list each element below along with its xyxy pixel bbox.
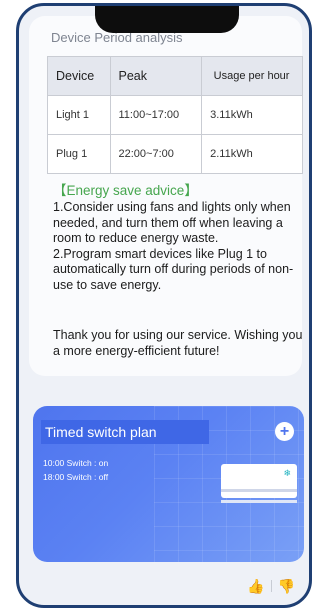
advice-title: 【Energy save advice】 [53,183,198,198]
thanks-message: Thank you for using our service. Wishing… [53,328,303,358]
add-plan-icon[interactable]: + [275,422,294,441]
thumbs-down-icon[interactable]: 👎 [278,578,295,595]
analysis-card: Device Period analysis Device Peak Usage… [29,16,303,376]
advice-item: 2.Program smart devices like Plug 1 to a… [53,246,294,292]
table-header-row: Device Peak Usage per hour [47,56,303,96]
header-device: Device [47,56,111,96]
advice-item: 1.Consider using fans and lights only wh… [53,200,291,245]
plan-item: 18:00 Switch : off [43,472,109,482]
timed-switch-plan-card[interactable]: Timed switch plan + 10:00 Switch : on 18… [33,406,304,562]
table-row: Plug 1 22:00~7:00 2.11kWh [47,134,303,174]
snowflake-icon: ❄ [283,468,291,478]
header-usage: Usage per hour [201,56,303,96]
advice-list: 1.Consider using fans and lights only wh… [53,200,309,293]
plan-item: 10:00 Switch : on [43,458,109,468]
cell-peak: 11:00~17:00 [109,95,203,135]
ac-vent [221,489,297,492]
camera-notch [95,6,239,33]
cell-usage: 3.11kWh [201,95,303,135]
feedback-divider [270,580,272,592]
table-row: Light 1 11:00~17:00 3.11kWh [47,95,303,135]
cell-device: Plug 1 [47,134,111,174]
cell-usage: 2.11kWh [201,134,303,174]
feedback-bar: 👍 👎 [247,575,295,597]
ac-airflow [221,500,297,503]
thumbs-up-icon[interactable]: 👍 [247,578,264,595]
device-usage-table: Device Peak Usage per hour Light 1 11:00… [47,56,303,174]
header-peak: Peak [109,56,203,96]
air-conditioner-illustration: ❄ [221,464,297,498]
plan-title: Timed switch plan [41,420,209,444]
cell-peak: 22:00~7:00 [109,134,203,174]
cell-device: Light 1 [47,95,111,135]
phone-frame: Device Period analysis Device Peak Usage… [16,3,312,608]
